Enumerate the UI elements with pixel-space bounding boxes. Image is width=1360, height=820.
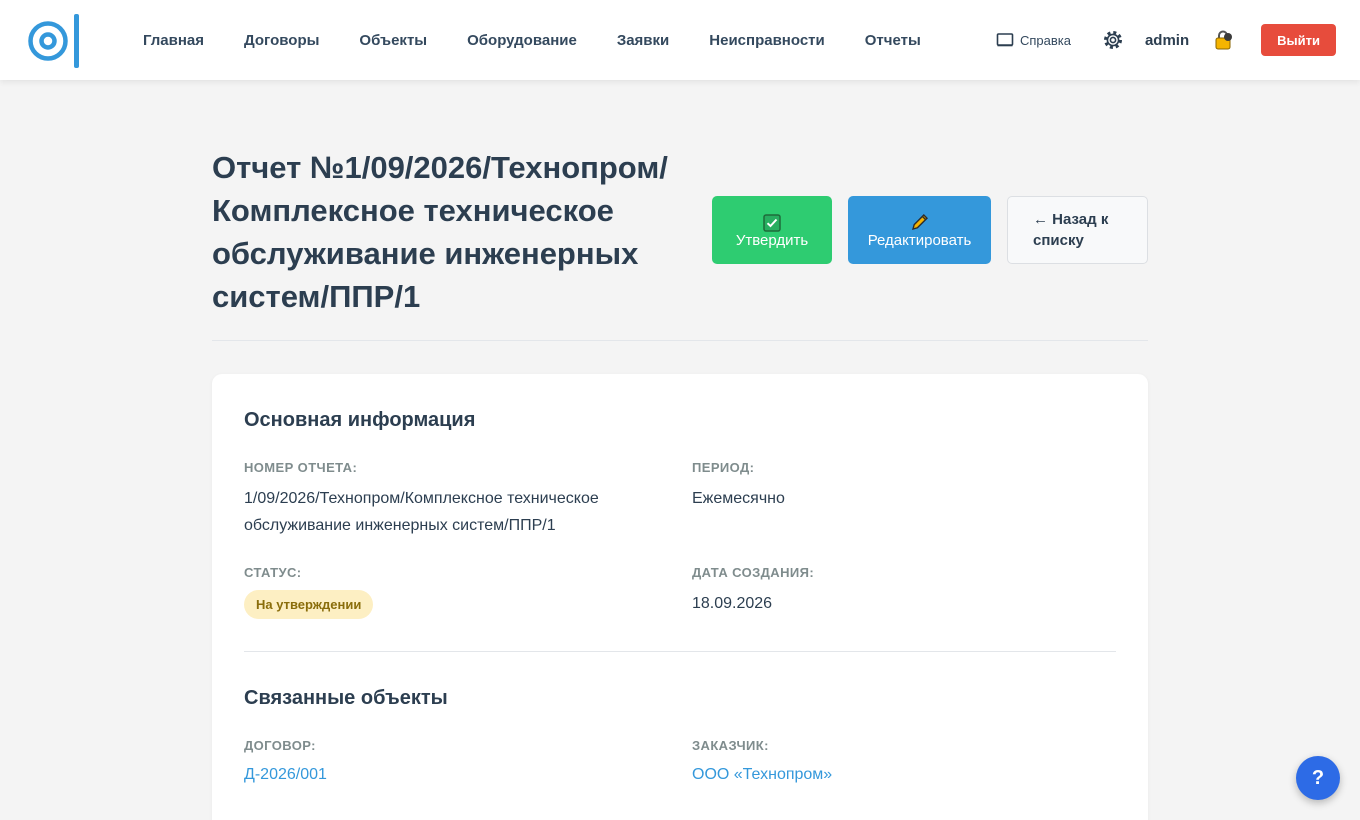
status-badge: На утверждении	[244, 590, 374, 619]
main-info-title: Основная информация	[244, 409, 476, 431]
nav-item-home[interactable]: Главная	[123, 32, 224, 49]
contract-label: ДОГОВОР:	[244, 738, 316, 753]
checkbox-icon	[763, 212, 781, 232]
status-label: СТАТУС:	[244, 565, 302, 580]
lock-icon[interactable]	[1213, 29, 1235, 51]
back-to-list-button[interactable]: ← Назад к списку	[1007, 196, 1148, 264]
card-divider	[244, 651, 1116, 652]
username: admin	[1144, 31, 1190, 49]
created-label: ДАТА СОЗДАНИЯ:	[692, 565, 815, 580]
nav-item-requests[interactable]: Заявки	[597, 32, 689, 49]
help-fab-button[interactable]: ?	[1296, 756, 1340, 800]
customer-label: ЗАКАЗЧИК:	[692, 738, 769, 753]
nav-item-objects[interactable]: Объекты	[339, 32, 447, 49]
page-title: Отчет №1/09/2026/Технопром/Комплексное т…	[212, 150, 668, 314]
created-value: 18.09.2026	[692, 595, 773, 612]
help-label: Справка	[1019, 32, 1071, 48]
nav-item-contracts[interactable]: Договоры	[224, 32, 339, 49]
approve-button[interactable]: Утвердить	[712, 196, 832, 264]
header-divider	[212, 340, 1148, 341]
edit-label: Редактировать	[867, 231, 972, 249]
navbar: Главная Договоры Объекты Оборудование За…	[0, 0, 1360, 80]
period-label: ПЕРИОД:	[692, 460, 755, 475]
edit-button[interactable]: Редактировать	[848, 196, 991, 264]
number-value: 1/09/2026/Технопром/Комплексное техничес…	[244, 490, 599, 534]
number-label: НОМЕР ОТЧЕТА:	[244, 460, 358, 475]
book-icon	[996, 33, 1014, 47]
logout-button[interactable]: Выйти	[1261, 24, 1336, 56]
nav-item-faults[interactable]: Неисправности	[689, 32, 844, 49]
approve-label: Утвердить	[735, 231, 809, 249]
help-link[interactable]: Справка	[996, 32, 1071, 48]
period-value: Ежемесячно	[692, 490, 785, 507]
report-card: Основная информация НОМЕР ОТЧЕТА: 1/09/2…	[212, 374, 1148, 820]
nav-item-reports[interactable]: Отчеты	[845, 32, 941, 49]
customer-link[interactable]: ООО «Технопром»	[692, 766, 832, 784]
nav-right: Справка admin Выйти	[996, 0, 1336, 80]
nav-item-equipment[interactable]: Оборудование	[447, 32, 597, 49]
contract-link[interactable]: Д-2026/001	[244, 766, 327, 784]
pencil-icon	[910, 212, 930, 232]
main-nav: Главная Договоры Объекты Оборудование За…	[123, 0, 941, 80]
related-title: Связанные объекты	[244, 687, 448, 709]
gear-icon[interactable]	[1101, 28, 1125, 52]
logo-icon[interactable]	[26, 12, 84, 70]
